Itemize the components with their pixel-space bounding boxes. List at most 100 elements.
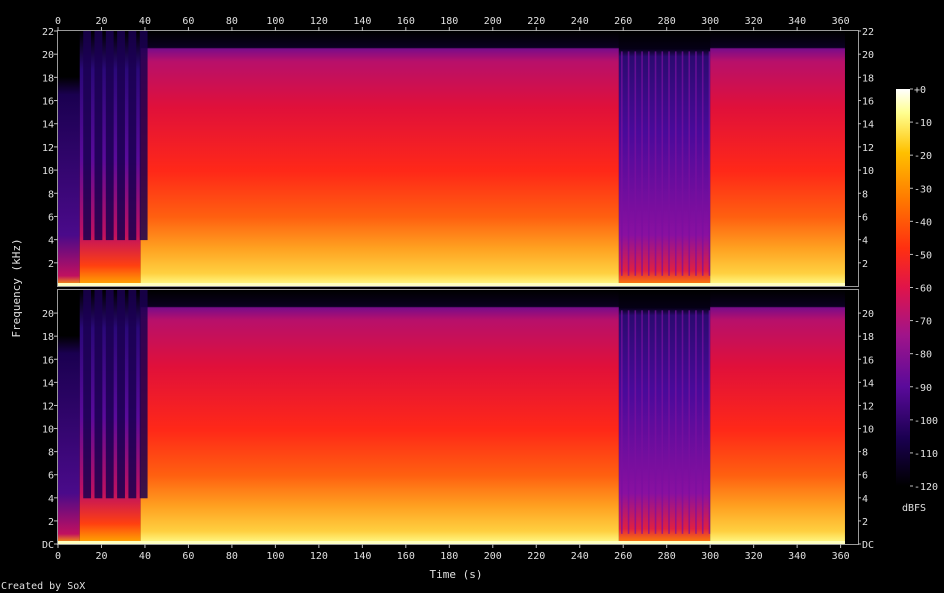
spectral-streak (701, 51, 704, 276)
burst-gap (105, 290, 114, 499)
x-tick-label-top: 0 (55, 16, 61, 27)
spectral-streak (695, 310, 697, 534)
burst-gap (117, 31, 125, 241)
x-tick-label-top: 40 (139, 16, 151, 27)
spectral-segment (710, 290, 845, 544)
spectral-streak (695, 51, 697, 276)
x-tick-label-bottom: 140 (353, 551, 371, 562)
spectral-streak (661, 51, 664, 276)
burst-gap (139, 31, 148, 241)
x-tick-label-top: 320 (745, 16, 763, 27)
spectral-streak (661, 310, 664, 534)
time-axis-bottom: 0 20 40 60 80 100 120 140 160 180 200 220 240 260 280 3… (55, 544, 850, 562)
x-tick-label-top: 360 (832, 16, 850, 27)
dc-band (58, 283, 845, 286)
time-axis-top: 0 20 40 60 80 100 120 140 160 180 200 220 240 260 280 3… (55, 16, 850, 31)
x-tick-label-bottom: 100 (266, 551, 284, 562)
x-tick-label-top: 260 (614, 16, 632, 27)
spectral-streak (681, 51, 684, 276)
spectral-streak (654, 310, 657, 534)
y-tick-label-right: 4 (862, 494, 868, 505)
x-tick-label-top: 120 (310, 16, 328, 27)
spectral-streak (688, 51, 691, 276)
x-tick-label-top: 300 (701, 16, 719, 27)
y-tick-label-right: 12 (862, 143, 874, 154)
y-tick-label-right: 16 (862, 97, 874, 108)
y-tick-label-right: 6 (862, 212, 868, 223)
y-tick-label-right: 10 (862, 425, 874, 436)
burst-gap (83, 31, 92, 241)
spectral-streak (648, 51, 650, 276)
spectral-streak (634, 310, 637, 534)
credit-text: Created by SoX (1, 581, 85, 592)
x-tick-label-top: 80 (226, 16, 238, 27)
burst-gap (94, 31, 103, 241)
y-tick-label-left: 8 (48, 448, 54, 459)
y-tick-label-left: 14 (42, 120, 54, 131)
spectral-segment (140, 290, 619, 544)
y-tick-label-left: 20 (42, 309, 54, 320)
colorbar-tick-label: -90 (914, 383, 932, 394)
y-tick-label-left: 2 (48, 517, 54, 528)
y-tick-label-left: 22 (42, 27, 54, 38)
spectral-segment (58, 31, 80, 286)
y-tick-label-left: 10 (42, 166, 54, 177)
x-tick-label-bottom: 220 (527, 551, 545, 562)
x-axis-title: Time (s) (430, 568, 483, 581)
x-tick-label-top: 240 (571, 16, 589, 27)
y-tick-label-right: 22 (862, 27, 874, 38)
y-tick-label-right: 2 (862, 517, 868, 528)
x-tick-label-top: 100 (266, 16, 284, 27)
x-tick-label-bottom: 260 (614, 551, 632, 562)
spectral-streak (708, 310, 711, 534)
x-tick-label-bottom: 200 (484, 551, 502, 562)
y-tick-label-left: 12 (42, 401, 54, 412)
y-tick-label-right: 14 (862, 378, 874, 389)
colorbar-tick-label: -60 (914, 284, 932, 295)
y-tick-label-left: 14 (42, 378, 54, 389)
colorbar-tick-label: -10 (914, 118, 932, 129)
colorbar-tick-label: -70 (914, 317, 932, 328)
x-tick-label-bottom: 80 (226, 551, 238, 562)
x-tick-label-bottom: 280 (658, 551, 676, 562)
burst-gap (128, 290, 137, 499)
spectral-streak (668, 51, 670, 276)
channel-1-panel (57, 30, 859, 287)
spectral-streak (627, 310, 630, 534)
x-tick-label-bottom: 360 (832, 551, 850, 562)
y-tick-label-right: 18 (862, 332, 874, 343)
y-tick-label-left: 4 (48, 494, 54, 505)
spectral-streak (621, 51, 623, 276)
spectral-streak (708, 51, 711, 276)
y-tick-label-right: 6 (862, 471, 868, 482)
spectral-streak (654, 51, 657, 276)
x-tick-label-bottom: 320 (745, 551, 763, 562)
x-tick-label-bottom: 240 (571, 551, 589, 562)
colorbar-tick-label: -80 (914, 350, 932, 361)
y-tick-label-left: 10 (42, 425, 54, 436)
y-tick-label-right: 8 (862, 189, 868, 200)
y-tick-label-left: 6 (48, 212, 54, 223)
y-tick-label-left: DC (42, 540, 54, 551)
y-tick-label-right: 10 (862, 166, 874, 177)
y-tick-label-right: 20 (862, 309, 874, 320)
colorbar-tick-label: -50 (914, 250, 932, 261)
y-tick-label-left: 2 (48, 259, 54, 270)
spectral-streak (674, 51, 677, 276)
burst-gap (128, 31, 137, 241)
colorbar-tick-label: -110 (914, 449, 938, 460)
spectral-segment (58, 290, 80, 544)
x-tick-label-bottom: 340 (788, 551, 806, 562)
spectral-streak (681, 310, 684, 534)
burst-gap (117, 290, 125, 499)
spectral-streak (621, 310, 623, 534)
channel-2-panel (57, 289, 859, 545)
colorbar-ticks: +0 -10 -20 -30 -40 -50 -60 -70 -80 -90 -100 -110 -12… (910, 85, 938, 493)
x-tick-label-top: 180 (440, 16, 458, 27)
x-tick-label-top: 20 (95, 16, 107, 27)
colorbar-tick-label: -120 (914, 482, 938, 493)
x-tick-label-top: 160 (397, 16, 415, 27)
colorbar-tick-label: -30 (914, 184, 932, 195)
spectral-streak (668, 310, 670, 534)
y-tick-label-right: 14 (862, 120, 874, 131)
